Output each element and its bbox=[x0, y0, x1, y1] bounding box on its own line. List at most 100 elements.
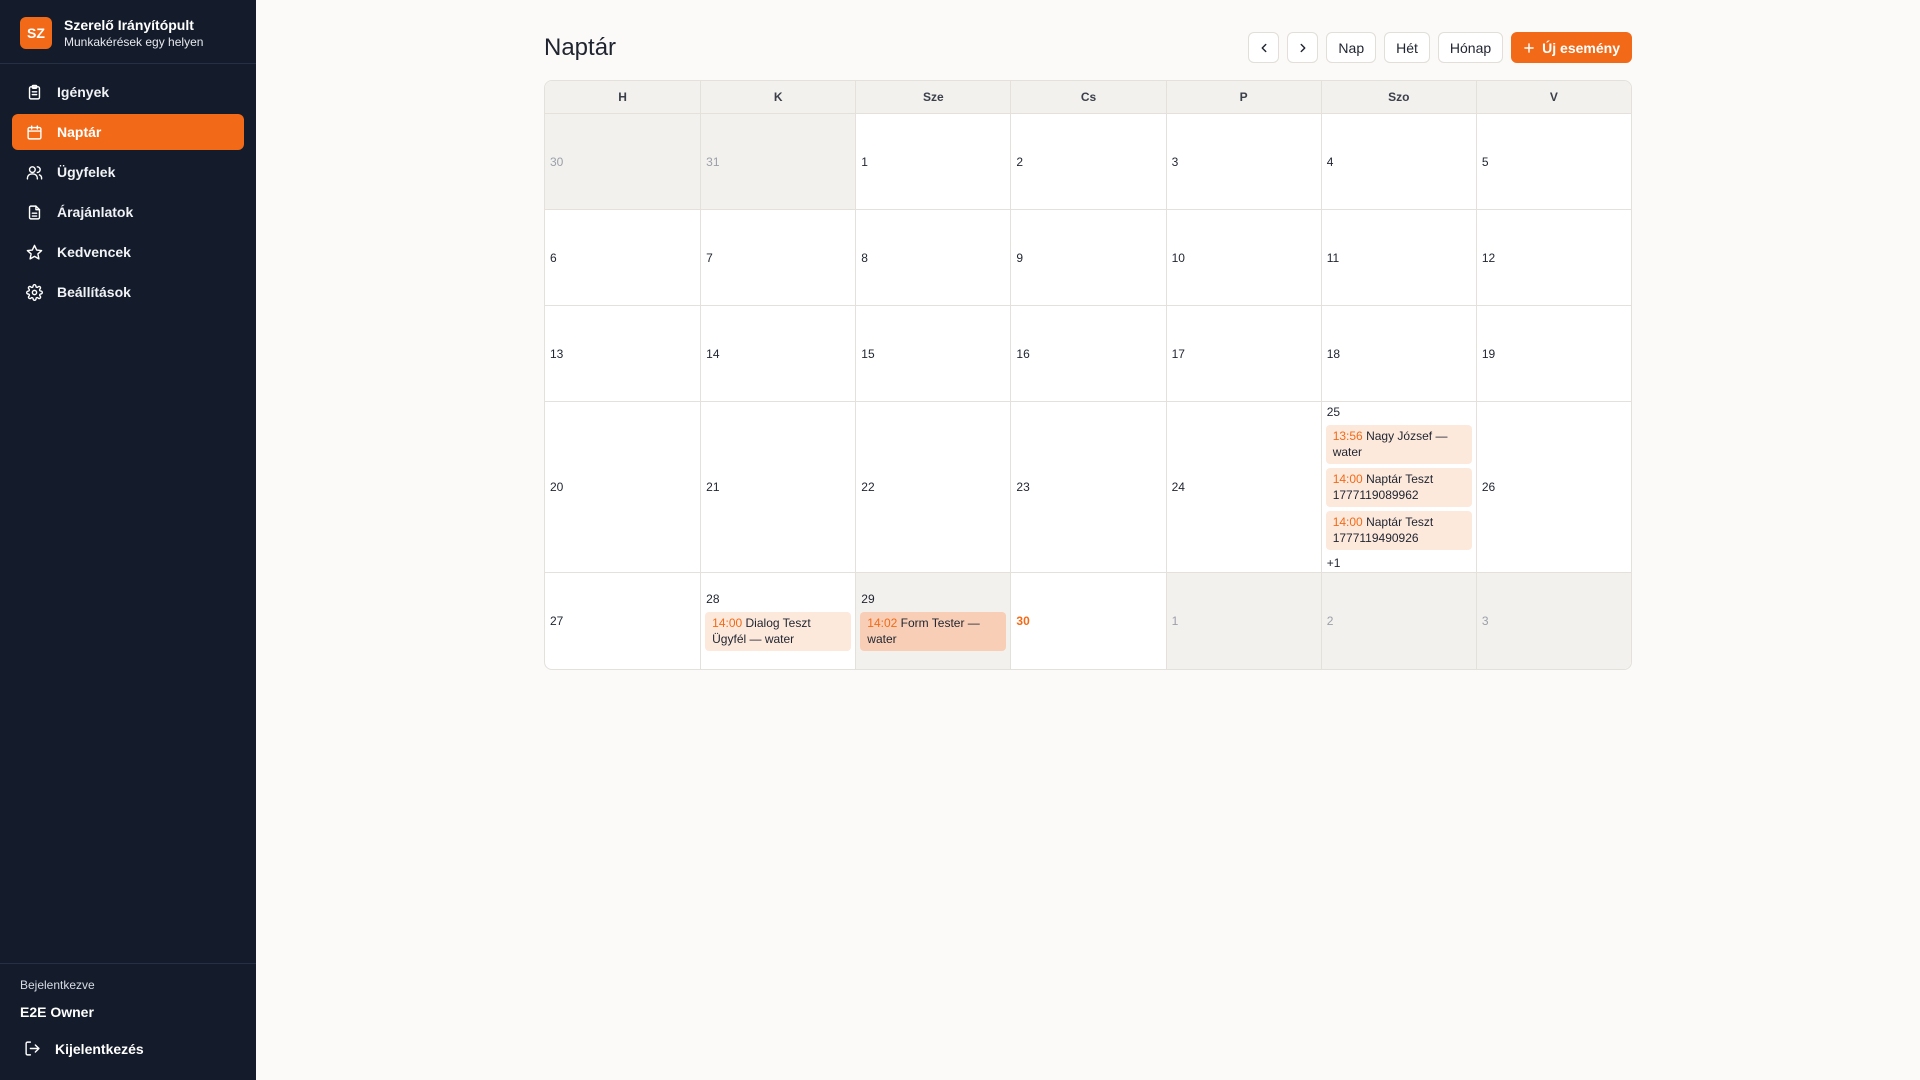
day-number: 10 bbox=[1171, 250, 1185, 265]
day-number: 3 bbox=[1481, 614, 1489, 628]
star-icon bbox=[26, 244, 43, 260]
weekday-label: Sze bbox=[855, 81, 1010, 113]
event-time: 14:00 bbox=[1332, 514, 1363, 529]
sidebar-item-1[interactable]: Naptár bbox=[12, 114, 244, 150]
day-number: 13 bbox=[550, 346, 564, 361]
day-number: 1 bbox=[861, 154, 868, 169]
day-number: 19 bbox=[1481, 346, 1496, 361]
event-time: 14:00 bbox=[1332, 471, 1363, 486]
calendar-day-cell[interactable]: 27 bbox=[545, 573, 700, 669]
day-number: 21 bbox=[706, 480, 720, 494]
view-week-button[interactable]: Hét bbox=[1384, 32, 1430, 63]
calendar-icon bbox=[27, 124, 42, 140]
calendar-day-cell[interactable]: 25 13:56 Nagy József — water 14:00 Naptár … bbox=[1320, 402, 1476, 572]
calendar-day-cell[interactable]: 13 bbox=[545, 306, 700, 401]
day-number: 20 bbox=[550, 480, 564, 494]
calendar-day-cell[interactable]: 21 bbox=[700, 402, 855, 572]
day-number: 15 bbox=[861, 346, 875, 361]
day-number: 17 bbox=[1171, 346, 1185, 361]
sidebar-nav: Igények Naptár Ügyfelek Árajánlatok Kedvence… bbox=[12, 74, 244, 314]
calendar-day-cell[interactable]: 1 bbox=[855, 114, 1010, 209]
calendar-day-cell[interactable]: 2 bbox=[1010, 114, 1165, 209]
sidebar-item-0[interactable]: Igények bbox=[12, 74, 244, 110]
sidebar: SZ Szerelő Irányítópult Munkakérések egy… bbox=[0, 0, 256, 1080]
calendar-day-cell[interactable]: 9 bbox=[1010, 210, 1165, 305]
sidebar-item-4[interactable]: Kedvencek bbox=[12, 234, 244, 270]
calendar-day-cell[interactable]: 10 bbox=[1165, 210, 1321, 305]
weekday-label: Szo bbox=[1320, 81, 1476, 113]
brand-text: Szerelő Irányítópult Munkakérések egy he… bbox=[64, 16, 203, 50]
users-icon bbox=[26, 165, 43, 180]
weekday-label: V bbox=[1475, 81, 1631, 113]
view-day-button[interactable]: Nap bbox=[1326, 32, 1377, 63]
day-number: 28 bbox=[706, 591, 720, 606]
logout-label: Kijelentkezés bbox=[55, 1040, 144, 1057]
calendar-day-cell[interactable]: 5 bbox=[1475, 114, 1631, 209]
calendar-day-cell[interactable]: 30 bbox=[1010, 573, 1165, 669]
day-number: 3 bbox=[1171, 154, 1179, 169]
calendar-event[interactable]: 14:00 Naptár Teszt 1777119089962 bbox=[1325, 467, 1472, 507]
app-subtitle: Munkakérések egy helyen bbox=[64, 35, 204, 49]
calendar-day-cell[interactable]: 6 bbox=[545, 210, 700, 305]
new-event-label: Új esemény bbox=[1542, 39, 1620, 56]
logout-button[interactable]: Kijelentkezés bbox=[24, 1040, 144, 1057]
calendar-day-cell[interactable]: 24 bbox=[1165, 402, 1321, 572]
calendar-day-cell[interactable]: 3 bbox=[1475, 573, 1631, 669]
calendar-day-cell[interactable]: 3 bbox=[1165, 114, 1321, 209]
calendar-day-cell[interactable]: 16 bbox=[1010, 306, 1165, 401]
calendar-day-cell[interactable]: 7 bbox=[700, 210, 855, 305]
calendar-day-cell[interactable]: 26 bbox=[1475, 402, 1631, 572]
sidebar-item-2[interactable]: Ügyfelek bbox=[12, 154, 244, 190]
logged-in-label: Bejelentkezve bbox=[20, 978, 95, 992]
calendar-day-cell[interactable]: 31 bbox=[700, 114, 856, 209]
calendar-day-cell[interactable]: 1 bbox=[1165, 573, 1321, 669]
calendar-day-cell[interactable]: 15 bbox=[855, 306, 1010, 401]
day-number: 16 bbox=[1016, 346, 1030, 361]
calendar-day-cell[interactable]: 11 bbox=[1320, 210, 1476, 305]
sidebar-item-3[interactable]: Árajánlatok bbox=[12, 194, 244, 230]
calendar-day-cell[interactable]: 18 bbox=[1320, 306, 1476, 401]
day-number: 24 bbox=[1171, 480, 1185, 494]
calendar-day-cell[interactable]: 29 14:02 Form Tester — water bbox=[855, 573, 1011, 669]
event-time: 14:02 bbox=[867, 615, 898, 630]
calendar-day-cell[interactable]: 17 bbox=[1165, 306, 1321, 401]
calendar-day-cell[interactable]: 22 bbox=[855, 402, 1010, 572]
document-icon bbox=[28, 204, 41, 220]
calendar-day-cell[interactable]: 28 14:00 Dialog Teszt Ügyfél — water bbox=[700, 573, 855, 669]
calendar-day-cell[interactable]: 23 bbox=[1010, 402, 1165, 572]
calendar-day-cell[interactable]: 2 bbox=[1320, 573, 1476, 669]
day-number: 25 bbox=[1326, 404, 1341, 419]
calendar-day-cell[interactable]: 19 bbox=[1475, 306, 1631, 401]
logout-icon bbox=[25, 1041, 40, 1056]
next-button[interactable] bbox=[1287, 32, 1319, 63]
sidebar-item-5[interactable]: Beállítások bbox=[12, 274, 244, 310]
day-number: 22 bbox=[861, 480, 875, 494]
weekday-label: H bbox=[618, 90, 627, 104]
view-month-button[interactable]: Hónap bbox=[1437, 32, 1504, 63]
calendar-day-cell[interactable]: 20 bbox=[545, 402, 700, 572]
day-number: 29 bbox=[861, 591, 875, 606]
day-number: 5 bbox=[1481, 154, 1489, 169]
calendar-event[interactable]: 14:00 Naptár Teszt 1777119490926 bbox=[1325, 510, 1472, 550]
calendar-event[interactable]: 14:00 Dialog Teszt Ügyfél — water bbox=[705, 611, 852, 651]
sidebar-footer: Bejelentkezve E2E Owner bbox=[20, 978, 95, 1020]
calendar-day-cell[interactable]: 8 bbox=[855, 210, 1010, 305]
chevron-left-icon bbox=[1261, 43, 1267, 52]
calendar-day-cell[interactable]: 14 bbox=[700, 306, 855, 401]
prev-button[interactable] bbox=[1248, 32, 1280, 63]
calendar-week: 20 21 22 23 24 25 13:56 Nagy József — water 14:… bbox=[545, 402, 1631, 573]
brand[interactable]: SZ Szerelő Irányítópult Munkakérések egy… bbox=[20, 16, 203, 50]
calendar-event[interactable]: 14:02 Form Tester — water bbox=[860, 611, 1007, 651]
more-events-link[interactable]: +1 bbox=[1326, 556, 1472, 570]
calendar-day-cell[interactable]: 4 bbox=[1320, 114, 1476, 209]
new-event-button[interactable]: Új esemény bbox=[1511, 32, 1632, 63]
weekday-label: P bbox=[1165, 81, 1321, 113]
sidebar-item-label: Beállítások bbox=[57, 284, 131, 300]
app-title: Szerelő Irányítópult bbox=[64, 17, 194, 33]
sidebar-item-label: Igények bbox=[57, 84, 110, 100]
day-number: 31 bbox=[706, 154, 720, 169]
calendar-day-cell[interactable]: 12 bbox=[1475, 210, 1631, 305]
calendar-toolbar: Nap Hét Hónap Új esemény bbox=[1248, 32, 1632, 63]
calendar-day-cell[interactable]: 30 bbox=[545, 114, 701, 209]
calendar-event[interactable]: 13:56 Nagy József — water bbox=[1325, 424, 1472, 464]
